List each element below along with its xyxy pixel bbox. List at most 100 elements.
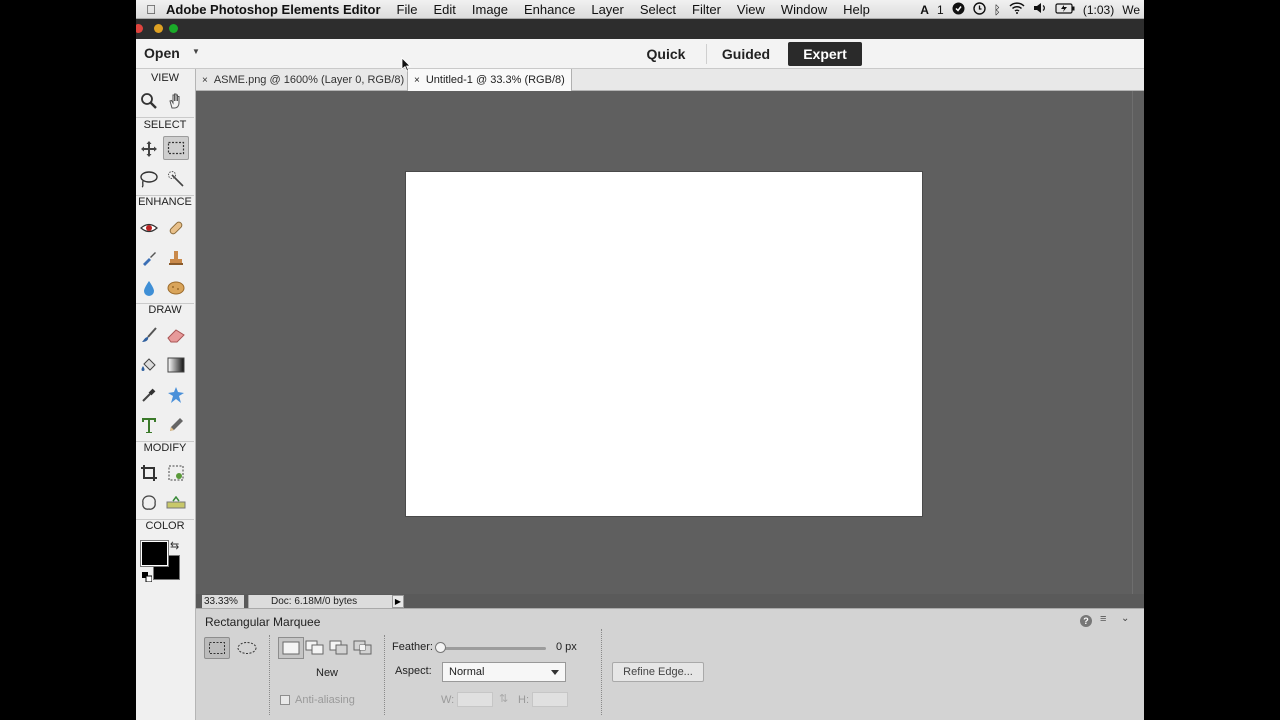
content-aware-move-tool-icon[interactable] bbox=[136, 491, 162, 515]
refine-edge-button[interactable]: Refine Edge... bbox=[612, 662, 704, 682]
subtract-from-selection-mode-icon[interactable] bbox=[326, 637, 352, 659]
document-info: Doc: 6.18M/0 bytes bbox=[248, 595, 398, 608]
eraser-tool-icon[interactable] bbox=[163, 323, 189, 347]
tools-panel: VIEW SELECT ENHANCE DRAW MODIFY COLOR ⇆ bbox=[136, 69, 196, 720]
elliptical-marquee-option-icon[interactable] bbox=[234, 637, 260, 659]
add-to-selection-mode-icon[interactable] bbox=[302, 637, 328, 659]
menu-view[interactable]: View bbox=[737, 2, 765, 17]
custom-shape-tool-icon[interactable] bbox=[163, 383, 189, 407]
clone-stamp-tool-icon[interactable] bbox=[163, 246, 189, 270]
height-field bbox=[532, 692, 568, 707]
document-tab-asme[interactable]: × ASME.png @ 1600% (Layer 0, RGB/8) bbox=[196, 69, 408, 91]
bluetooth-icon[interactable]: ᛒ bbox=[994, 3, 1001, 17]
help-icon[interactable]: ? bbox=[1080, 615, 1092, 627]
menu-bar:  Adobe Photoshop Elements Editor File E… bbox=[136, 0, 1144, 19]
recompose-tool-icon[interactable] bbox=[163, 461, 189, 485]
default-colors-icon[interactable] bbox=[142, 569, 153, 583]
battery-icon[interactable] bbox=[1055, 2, 1075, 17]
app-name-menu[interactable]: Adobe Photoshop Elements Editor bbox=[166, 2, 381, 17]
anti-aliasing-checkbox[interactable] bbox=[280, 695, 290, 705]
menu-layer[interactable]: Layer bbox=[591, 2, 624, 17]
aspect-dropdown[interactable]: Normal bbox=[442, 662, 566, 682]
healing-brush-tool-icon[interactable] bbox=[163, 216, 189, 240]
tab-label: ASME.png @ 1600% (Layer 0, RGB/8) bbox=[213, 74, 405, 86]
blur-tool-icon[interactable] bbox=[136, 276, 162, 300]
top-bar: Open ▼ Quick Guided Expert bbox=[136, 39, 1144, 69]
menu-edit[interactable]: Edit bbox=[433, 2, 455, 17]
feather-slider-track[interactable] bbox=[440, 647, 546, 650]
time-machine-icon[interactable] bbox=[972, 1, 986, 18]
open-button[interactable]: Open bbox=[144, 45, 180, 61]
dropdown-caret-icon bbox=[551, 670, 559, 675]
zoom-tool-icon[interactable] bbox=[136, 89, 162, 113]
options-menu-icon[interactable]: ≡ bbox=[1100, 613, 1106, 625]
menu-window[interactable]: Window bbox=[781, 2, 827, 17]
pencil-tool-icon[interactable] bbox=[163, 413, 189, 437]
straighten-tool-icon[interactable] bbox=[163, 491, 189, 515]
creative-cloud-icon[interactable] bbox=[952, 2, 965, 18]
eyedropper-tool-icon[interactable] bbox=[136, 383, 162, 407]
open-dropdown-arrow-icon[interactable]: ▼ bbox=[192, 47, 200, 56]
volume-icon[interactable] bbox=[1033, 2, 1047, 17]
smart-brush-tool-icon[interactable] bbox=[136, 246, 162, 270]
height-label: H: bbox=[518, 694, 529, 706]
rectangular-marquee-tool-icon[interactable] bbox=[163, 136, 189, 160]
status-menu-arrow-icon[interactable]: ▶ bbox=[392, 595, 404, 608]
canvas-workspace bbox=[196, 91, 1132, 594]
document-tab-untitled[interactable]: × Untitled-1 @ 33.3% (RGB/8) bbox=[408, 69, 572, 91]
mode-guided-tab[interactable]: Guided bbox=[716, 42, 776, 66]
options-divider bbox=[601, 629, 602, 715]
close-tab-icon[interactable]: × bbox=[414, 75, 420, 86]
new-selection-mode-icon[interactable] bbox=[278, 637, 304, 659]
menu-filter[interactable]: Filter bbox=[692, 2, 721, 17]
document-tab-bar: × ASME.png @ 1600% (Layer 0, RGB/8) × Unti… bbox=[196, 69, 1144, 91]
feather-slider-thumb[interactable] bbox=[435, 642, 446, 653]
section-modify-label: MODIFY bbox=[143, 442, 187, 454]
menu-file[interactable]: File bbox=[397, 2, 418, 17]
quick-selection-tool-icon[interactable] bbox=[163, 167, 189, 191]
intersect-selection-mode-icon[interactable] bbox=[350, 637, 376, 659]
brush-tool-icon[interactable] bbox=[136, 323, 162, 347]
sponge-tool-icon[interactable] bbox=[163, 276, 189, 300]
mode-quick-tab[interactable]: Quick bbox=[636, 42, 696, 66]
aspect-label: Aspect: bbox=[395, 665, 432, 677]
apple-icon[interactable]:  bbox=[136, 2, 166, 17]
options-divider bbox=[269, 635, 270, 715]
close-tab-icon[interactable]: × bbox=[202, 75, 208, 86]
gradient-tool-icon[interactable] bbox=[163, 353, 189, 377]
type-tool-icon[interactable] bbox=[136, 413, 162, 437]
menu-select[interactable]: Select bbox=[640, 2, 676, 17]
move-tool-icon[interactable] bbox=[136, 137, 162, 161]
document-canvas[interactable] bbox=[405, 171, 923, 517]
menu-enhance[interactable]: Enhance bbox=[524, 2, 575, 17]
chevron-down-icon[interactable]: ⌄ bbox=[1121, 613, 1129, 624]
paint-bucket-tool-icon[interactable] bbox=[136, 353, 162, 377]
aspect-value: Normal bbox=[449, 666, 485, 678]
mouse-pointer-icon bbox=[401, 57, 411, 72]
tool-options-title: Rectangular Marquee bbox=[205, 615, 321, 629]
width-label: W: bbox=[441, 694, 455, 706]
adobe-count: 1 bbox=[936, 2, 944, 17]
section-select-label: SELECT bbox=[143, 119, 187, 131]
section-divider bbox=[136, 117, 194, 118]
foreground-color-swatch[interactable] bbox=[140, 540, 169, 567]
minimize-window-icon[interactable] bbox=[154, 24, 163, 33]
crop-tool-icon[interactable] bbox=[136, 461, 162, 485]
hand-tool-icon[interactable] bbox=[163, 89, 189, 113]
close-window-icon[interactable] bbox=[136, 24, 143, 33]
zoom-level-field[interactable]: 33.33% bbox=[202, 595, 244, 608]
menu-image[interactable]: Image bbox=[472, 2, 508, 17]
zoom-window-icon[interactable] bbox=[169, 24, 178, 33]
lasso-tool-icon[interactable] bbox=[136, 167, 162, 191]
feather-label: Feather: bbox=[392, 641, 433, 653]
mode-expert-tab[interactable]: Expert bbox=[788, 42, 862, 66]
vertical-scrollbar[interactable] bbox=[1132, 91, 1144, 594]
rectangular-marquee-option-icon[interactable] bbox=[204, 637, 230, 659]
adobe-icon[interactable]: A bbox=[920, 3, 929, 17]
clock-day[interactable]: We bbox=[1122, 3, 1140, 17]
swap-dimensions-icon: ⇅ bbox=[499, 693, 509, 705]
red-eye-tool-icon[interactable] bbox=[136, 216, 162, 240]
menu-help[interactable]: Help bbox=[843, 2, 870, 17]
wifi-icon[interactable] bbox=[1009, 2, 1025, 17]
swap-colors-icon[interactable]: ⇆ bbox=[170, 539, 179, 552]
